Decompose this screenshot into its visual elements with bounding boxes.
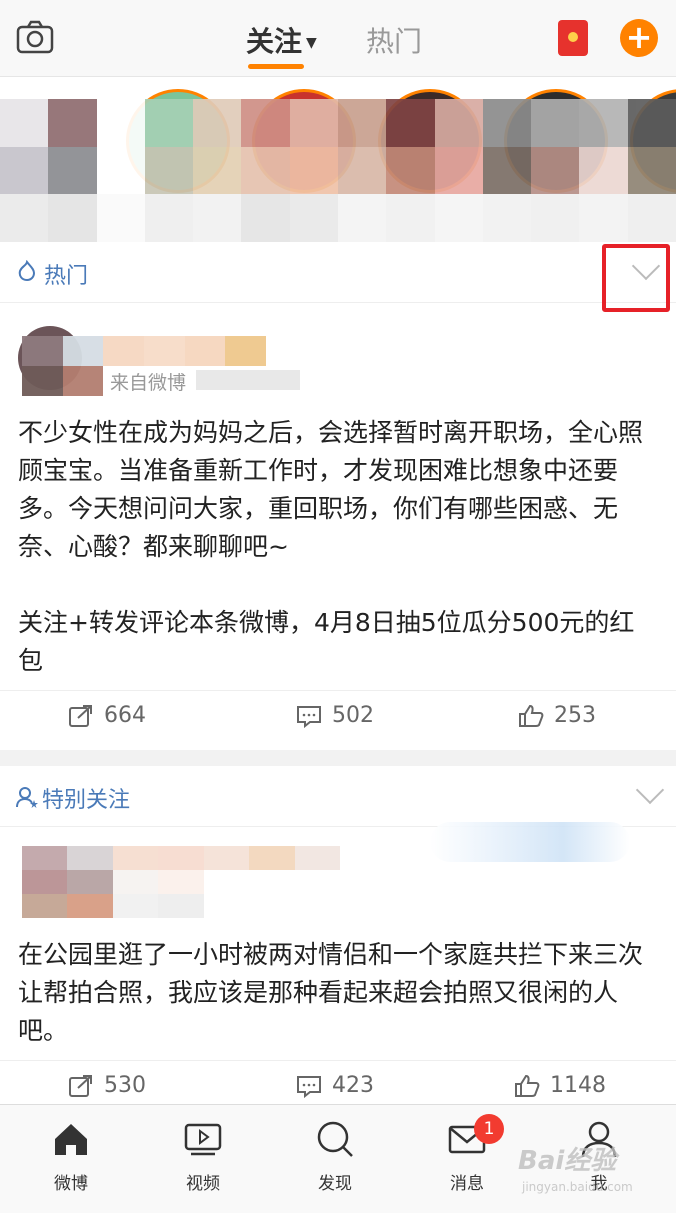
comment-count: 502 [332,703,374,728]
search-icon [317,1121,353,1157]
tab-follow[interactable]: 关注 ▼ [246,20,317,60]
post-body[interactable]: 在公园里逛了一小时被两对情侣和一个家庭共拦下来三次让帮拍合照，我应该是那种看起来… [18,936,658,1050]
thumbs-up-icon [519,704,544,727]
post-actions: 664 502 253 [0,690,676,741]
active-tab-indicator [248,64,304,69]
section-header-special: 特别关注 [0,766,676,827]
thumbs-up-icon [515,1074,540,1097]
post-body[interactable]: 不少女性在成为妈妈之后，会选择暂时离开职场，全心照顾宝宝。当准备重新工作时，才发… [18,414,658,566]
hot-topic-icon [18,260,36,282]
nav-discover[interactable]: 发现 [290,1119,380,1194]
repost-icon [69,705,92,727]
story-strip[interactable] [0,77,676,242]
nav-home[interactable]: 微博 [26,1119,116,1194]
highlight-box [602,244,670,312]
plus-icon[interactable]: + [620,19,658,57]
chevron-down-icon: ▼ [306,35,317,51]
comment-button[interactable]: 502 [296,703,374,729]
nav-label: 微博 [54,1174,88,1194]
camera-icon[interactable] [16,20,54,54]
top-bar: 关注 ▼ 热门 + [0,0,676,77]
user-follow-icon [16,787,38,808]
home-icon [55,1124,87,1155]
like-count: 253 [554,703,596,728]
chevron-down-icon[interactable] [635,775,665,805]
pixelated-source [196,370,300,390]
comment-button[interactable]: 423 [296,1073,374,1099]
red-packet-icon[interactable] [558,20,588,56]
like-button[interactable]: 253 [518,703,596,728]
comment-icon [297,1076,321,1099]
comment-icon [297,706,321,729]
post-source: 来自微博 [110,372,187,394]
repost-count: 530 [104,1073,146,1098]
repost-icon [69,1075,92,1097]
repost-count: 664 [104,703,146,728]
nav-video[interactable]: 视频 [158,1119,248,1194]
divider [0,750,676,766]
post-body-secondary[interactable]: 关注+转发评论本条微博，4月8日抽5位瓜分500元的红包 [18,604,658,680]
video-icon [184,1123,222,1156]
message-badge: 1 [474,1114,504,1144]
section-label: 热门 [44,264,89,289]
watermark: Bai经验 [518,1146,617,1176]
section-label: 特别关注 [42,788,131,813]
repost-button[interactable]: 530 [68,1073,146,1098]
tab-follow-label: 关注 [246,25,303,58]
tab-hot[interactable]: 热门 [366,20,422,60]
section-header-hot: 热门 [0,242,676,303]
pixelated-overlay [0,99,676,242]
pixelated-user [22,846,340,918]
nav-label: 视频 [186,1174,220,1194]
watermark-url: jingyan.baidu.com [522,1180,633,1194]
like-button[interactable]: 1148 [514,1073,606,1098]
decorative-cloud [430,822,630,862]
like-count: 1148 [550,1073,606,1098]
repost-button[interactable]: 664 [68,703,146,728]
comment-count: 423 [332,1073,374,1098]
nav-label: 消息 [450,1174,484,1194]
nav-label: 发现 [318,1174,352,1194]
